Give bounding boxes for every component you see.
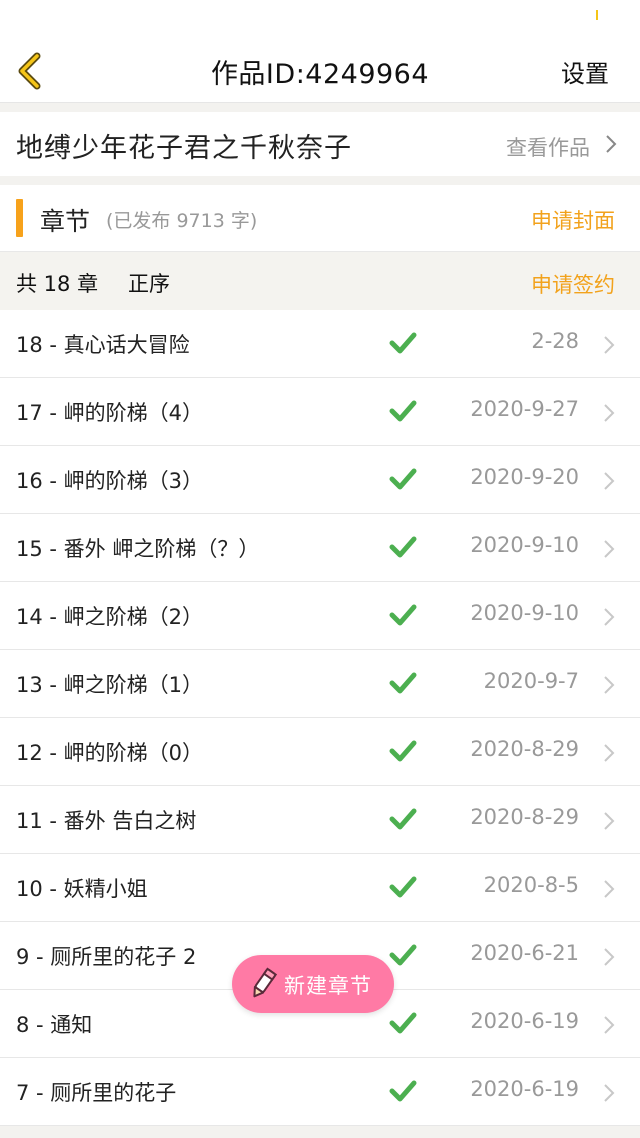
chevron-right-icon [604, 336, 615, 354]
chapter-title: 14 - 岬之阶梯（2） [16, 605, 204, 629]
nav-bar: 作品ID:4249964 设置 [0, 38, 640, 103]
chapter-date: 2020-8-29 [470, 805, 579, 829]
chapter-row[interactable]: 17 - 岬的阶梯（4） 2020-9-27 [0, 378, 640, 446]
chapter-title: 10 - 妖精小姐 [16, 877, 148, 901]
chapter-date: 2-28 [531, 329, 579, 353]
chevron-right-icon [604, 1016, 615, 1034]
published-check-icon [389, 740, 417, 762]
chevron-right-icon [604, 1084, 615, 1102]
chapter-date: 2020-6-19 [470, 1077, 579, 1101]
word-count-label: (已发布 9713 字) [106, 210, 258, 232]
chevron-right-icon [604, 540, 615, 558]
chapter-row[interactable]: 13 - 岬之阶梯（1） 2020-9-7 [0, 650, 640, 718]
chapter-title: 7 - 厕所里的花子 [16, 1081, 177, 1105]
chapter-summary-row: 共 18 章 正序 申请签约 [0, 251, 640, 310]
published-check-icon [389, 672, 417, 694]
chevron-right-icon [606, 135, 617, 153]
chapter-date: 2020-8-29 [470, 737, 579, 761]
chapter-date: 2020-9-10 [470, 601, 579, 625]
chapters-section-header: 章节 (已发布 9713 字) 申请封面 [0, 185, 640, 251]
sort-order-button[interactable]: 正序 [128, 268, 170, 298]
chapter-row[interactable]: 12 - 岬的阶梯（0） 2020-8-29 [0, 718, 640, 786]
chapter-date: 2020-9-10 [470, 533, 579, 557]
chevron-right-icon [604, 948, 615, 966]
published-check-icon [389, 808, 417, 830]
chapter-row[interactable]: 10 - 妖精小姐 2020-8-5 [0, 854, 640, 922]
chapter-date: 2020-9-27 [470, 397, 579, 421]
page-title: 作品ID:4249964 [210, 59, 430, 90]
published-check-icon [389, 536, 417, 558]
chapter-title: 9 - 厕所里的花子 2 [16, 945, 197, 969]
published-check-icon [389, 332, 417, 354]
apply-cover-button[interactable]: 申请封面 [531, 205, 615, 235]
chapter-row[interactable]: 11 - 番外 告白之树 2020-8-29 [0, 786, 640, 854]
chapter-title: 8 - 通知 [16, 1013, 93, 1037]
work-title: 地缚少年花子君之千秋奈子 [16, 133, 352, 164]
chevron-right-icon [604, 880, 615, 898]
apply-sign-button[interactable]: 申请签约 [531, 269, 615, 299]
view-work-link[interactable]: 查看作品 [506, 132, 590, 162]
chapter-title: 16 - 岬的阶梯（3） [16, 469, 204, 493]
new-chapter-button[interactable]: 新建章节 [232, 955, 394, 1013]
chapter-date: 2020-6-19 [470, 1009, 579, 1033]
published-check-icon [389, 1080, 417, 1102]
chevron-right-icon [604, 608, 615, 626]
settings-button[interactable]: 设置 [561, 54, 609, 89]
chapter-row[interactable]: 18 - 真心话大冒险 2-28 [0, 310, 640, 378]
chevron-right-icon [604, 676, 615, 694]
chapter-date: 2020-9-7 [483, 669, 579, 693]
chapter-title: 18 - 真心话大冒险 [16, 333, 190, 357]
work-info-row[interactable]: 地缚少年花子君之千秋奈子 查看作品 [0, 112, 640, 176]
chapter-title: 15 - 番外 岬之阶梯（？） [16, 537, 260, 561]
chevron-right-icon [604, 472, 615, 490]
published-check-icon [389, 1012, 417, 1034]
section-title: 章节 [40, 207, 91, 236]
chapter-row[interactable]: 16 - 岬的阶梯（3） 2020-9-20 [0, 446, 640, 514]
published-check-icon [389, 468, 417, 490]
chapter-date: 2020-8-5 [483, 873, 579, 897]
chapter-date: 2020-6-21 [470, 941, 579, 965]
status-indicator [596, 10, 598, 20]
section-accent-bar [16, 199, 23, 237]
published-check-icon [389, 944, 417, 966]
chapter-title: 12 - 岬的阶梯（0） [16, 741, 204, 765]
chapter-date: 2020-9-20 [470, 465, 579, 489]
status-bar [0, 0, 640, 38]
published-check-icon [389, 400, 417, 422]
chapter-row[interactable]: 15 - 番外 岬之阶梯（？） 2020-9-10 [0, 514, 640, 582]
pencil-icon [253, 967, 278, 998]
chevron-right-icon [604, 744, 615, 762]
chapter-title: 13 - 岬之阶梯（1） [16, 673, 204, 697]
chapter-row[interactable]: 7 - 厕所里的花子 2020-6-19 [0, 1058, 640, 1126]
new-chapter-label: 新建章节 [284, 974, 372, 998]
chapter-title: 11 - 番外 告白之树 [16, 809, 197, 833]
chapter-count-label: 共 18 章 [16, 272, 99, 296]
chevron-right-icon [604, 404, 615, 422]
chapter-title: 17 - 岬的阶梯（4） [16, 401, 204, 425]
published-check-icon [389, 604, 417, 626]
chevron-right-icon [604, 812, 615, 830]
chapter-row[interactable]: 14 - 岬之阶梯（2） 2020-9-10 [0, 582, 640, 650]
published-check-icon [389, 876, 417, 898]
